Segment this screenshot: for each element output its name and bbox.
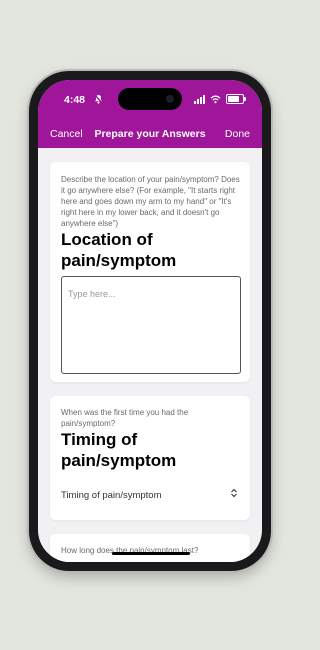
chevron-up-down-icon[interactable] [230,488,238,498]
power-button [271,176,273,216]
question-title: Location of pain/symptom [61,230,177,270]
question-card-timing: When was the first time you had the pain… [50,396,250,520]
question-card-duration: How long does the pain/symptom last? [50,534,250,562]
navigation-bar: Cancel Prepare your Answers Done [38,120,262,148]
question-description: When was the first time you had the pain… [61,408,189,428]
status-time: 4:48 [64,94,86,106]
timing-select[interactable]: Timing of pain/symptom [61,490,162,501]
cancel-button[interactable]: Cancel [50,128,83,140]
phone-frame: 4:48 Cancel Prepare your Answers Done De… [29,71,271,571]
dynamic-island [118,88,182,110]
bell-slash-icon [94,94,103,106]
question-card-location: Describe the location of your pain/sympt… [50,162,250,382]
done-button[interactable]: Done [225,128,250,140]
question-title: Timing of pain/symptom [61,430,177,470]
input-placeholder: Type here... [68,289,116,299]
home-indicator [112,552,190,555]
phone-screen: 4:48 Cancel Prepare your Answers Done De… [38,80,262,562]
camera-icon [166,95,174,103]
status-bar: 4:48 [38,80,262,120]
wifi-icon [210,94,221,103]
question-description: Describe the location of your pain/sympt… [61,175,240,228]
signal-icon [194,94,205,104]
questions-list[interactable]: Describe the location of your pain/sympt… [38,148,262,562]
location-text-input[interactable]: Type here... [61,276,241,374]
status-icons [194,94,246,104]
battery-icon [226,94,246,104]
